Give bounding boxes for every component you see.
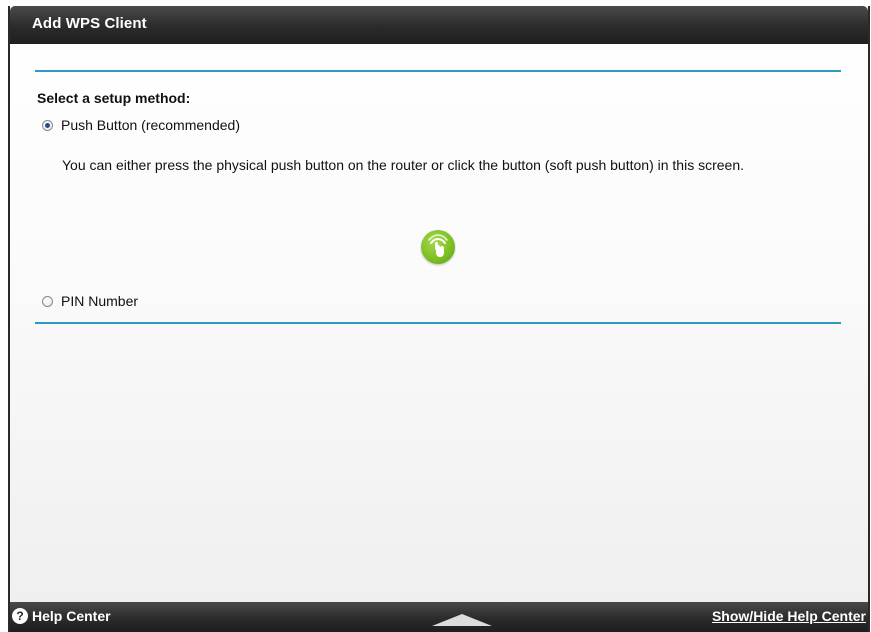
footer-bar: ? Help Center Show/Hide Help Center bbox=[10, 602, 868, 632]
push-button-option[interactable]: Push Button (recommended) bbox=[42, 117, 240, 133]
setup-method-label: Select a setup method: bbox=[37, 90, 191, 106]
page-title: Add WPS Client bbox=[32, 15, 147, 32]
question-icon: ? bbox=[12, 608, 28, 624]
push-button-label: Push Button (recommended) bbox=[61, 117, 240, 133]
help-center-link[interactable]: ? Help Center bbox=[12, 608, 111, 624]
pin-number-radio[interactable] bbox=[42, 295, 53, 307]
pin-number-option[interactable]: PIN Number bbox=[42, 293, 138, 309]
show-hide-help-center-link[interactable]: Show/Hide Help Center bbox=[712, 608, 866, 624]
panel-header: Add WPS Client bbox=[10, 6, 868, 44]
push-button-description: You can either press the physical push b… bbox=[62, 157, 744, 173]
push-button-radio[interactable] bbox=[42, 119, 53, 131]
chevron-up-icon[interactable] bbox=[432, 614, 492, 626]
wps-push-icon bbox=[428, 234, 448, 257]
wps-push-button[interactable] bbox=[421, 230, 455, 264]
top-divider bbox=[35, 70, 841, 72]
help-center-label: Help Center bbox=[32, 608, 111, 624]
pin-number-label: PIN Number bbox=[61, 293, 139, 309]
bottom-divider bbox=[35, 322, 841, 324]
add-wps-client-panel: Add WPS Client Select a setup method: Pu… bbox=[8, 6, 870, 632]
